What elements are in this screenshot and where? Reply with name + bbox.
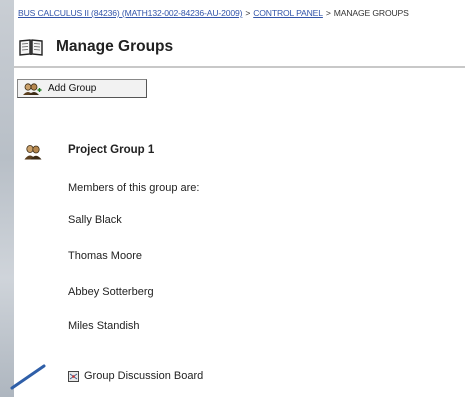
breadcrumb-current: MANAGE GROUPS — [333, 8, 409, 18]
member-name: Abbey Sotterberg — [68, 286, 154, 298]
header-divider — [14, 66, 465, 68]
members-heading: Members of this group are: — [68, 182, 200, 194]
member-name: Miles Standish — [68, 320, 140, 332]
add-group-icon — [23, 82, 42, 95]
page-header: Manage Groups — [18, 36, 173, 58]
discussion-board-label: Group Discussion Board — [84, 370, 204, 382]
group-icon — [24, 145, 42, 160]
page-title: Manage Groups — [56, 38, 174, 55]
book-icon — [19, 39, 43, 56]
group-discussion-board-link[interactable]: Group Discussion Board — [68, 370, 203, 382]
member-name: Thomas Moore — [68, 250, 142, 262]
breadcrumb: BUS CALCULUS II (84236) (MATH132-002-842… — [18, 8, 409, 18]
add-group-label: Add Group — [48, 83, 97, 94]
breadcrumb-separator: > — [325, 8, 331, 18]
breadcrumb-course-link[interactable]: BUS CALCULUS II (84236) (MATH132-002-842… — [18, 8, 242, 18]
background-strip — [0, 0, 14, 397]
discussion-board-icon — [68, 370, 79, 382]
group-name: Project Group 1 — [68, 144, 155, 156]
breadcrumb-separator: > — [245, 8, 251, 18]
add-group-button[interactable]: Add Group — [17, 79, 147, 98]
manage-groups-panel: BUS CALCULUS II (84236) (MATH132-002-842… — [14, 0, 465, 397]
member-name: Sally Black — [68, 214, 122, 226]
breadcrumb-control-panel-link[interactable]: CONTROL PANEL — [253, 8, 323, 18]
